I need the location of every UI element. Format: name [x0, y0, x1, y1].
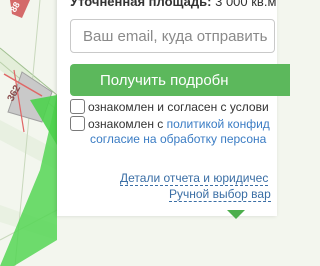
consent-privacy-row: ознакомлен с политикой конфид [70, 116, 270, 132]
report-details-link[interactable]: Детали отчета и юридичес [120, 171, 269, 186]
data-processing-link[interactable]: согласие на обработку персона [90, 132, 266, 146]
consent-terms-row: ознакомлен и согласен с услови [70, 99, 269, 115]
area-value: 3 000 кв.м [211, 0, 277, 9]
manual-select-link[interactable]: Ручной выбор вар [169, 187, 271, 202]
privacy-policy-link[interactable]: политикой конфид [167, 117, 270, 131]
get-report-button[interactable]: Получить подробн [70, 64, 290, 96]
email-field[interactable] [70, 19, 275, 53]
consent-privacy-prefix: ознакомлен с [88, 117, 167, 131]
consent-processing-line: согласие на обработку персона [90, 131, 266, 147]
area-line: Уточненная площадь: 3 000 кв.м [70, 0, 276, 9]
consent-privacy-checkbox[interactable] [70, 116, 85, 131]
consent-terms-label: ознакомлен и согласен с услови [88, 100, 269, 114]
down-triangle-icon [227, 210, 245, 219]
consent-terms-checkbox[interactable] [70, 99, 85, 114]
report-order-card: Уточненная площадь: 3 000 кв.м Получить … [57, 0, 290, 219]
area-label: Уточненная площадь: [70, 0, 212, 9]
